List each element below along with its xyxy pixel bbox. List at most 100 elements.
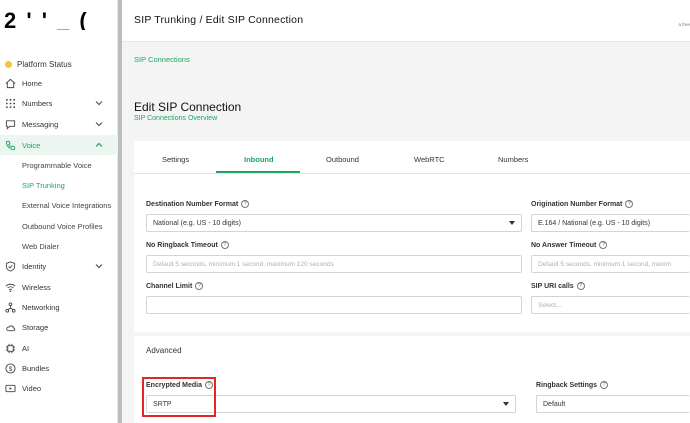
home-icon xyxy=(4,77,16,89)
sidebar-item-label: Home xyxy=(22,78,43,88)
sidebar-item-label: Messaging xyxy=(22,119,59,129)
sidebar-item-label: Identity xyxy=(22,261,47,271)
chevron-down-icon xyxy=(95,264,103,269)
answer-timeout-input[interactable]: Default 5 seconds, minimum 1 second, max… xyxy=(531,255,690,273)
platform-status[interactable]: Platform Status xyxy=(2,57,116,71)
caret-down-icon xyxy=(509,221,515,225)
breadcrumb: SIP Connections xyxy=(122,42,690,77)
sidebar-item-label: Voice xyxy=(22,140,41,150)
ringback-timeout-input[interactable]: Default 5 seconds, minimum 1 second, max… xyxy=(146,255,522,273)
section-divider xyxy=(134,332,690,336)
sip-uri-placeholder: Select... xyxy=(538,301,562,309)
sidebar-item-label: Numbers xyxy=(22,98,53,108)
sidebar-item-storage[interactable]: Storage xyxy=(0,317,118,337)
wifi-icon xyxy=(4,281,16,293)
sidebar-item-identity[interactable]: Identity xyxy=(0,256,118,276)
tab-outbound[interactable]: Outbound xyxy=(326,155,359,164)
sidebar-item-bundles[interactable]: $ Bundles xyxy=(0,358,118,378)
sidebar-subitem-sip-trunking[interactable]: SIP Trunking xyxy=(22,177,65,193)
sidebar-subitem-web-dialer[interactable]: Web Dialer xyxy=(22,238,59,254)
sidebar-item-label: Wireless xyxy=(22,282,51,292)
info-icon[interactable]: ? xyxy=(576,282,585,290)
sidebar-item-label: Video xyxy=(22,383,42,393)
tab-divider xyxy=(134,173,690,174)
dest-format-label: Destination Number Format? xyxy=(146,200,250,208)
highlight-box xyxy=(142,377,216,417)
sidebar-subitem-outbound-voice-profiles[interactable]: Outbound Voice Profiles xyxy=(22,218,102,234)
sidebar-item-label: Storage xyxy=(22,322,49,332)
topbar-right-text: a free xyxy=(678,22,690,27)
advanced-heading: Advanced xyxy=(146,346,182,355)
logo: 2 ' ' _ ( xyxy=(4,8,89,30)
sidebar-item-numbers[interactable]: Numbers xyxy=(0,93,118,113)
ringback-settings-label-text: Ringback Settings xyxy=(536,381,598,389)
sidebar-item-messaging[interactable]: Messaging xyxy=(0,114,118,134)
sidebar: 2 ' ' _ ( Platform Status Home Numbers M… xyxy=(0,0,118,423)
chevron-down-icon xyxy=(95,101,103,106)
answer-timeout-placeholder: Default 5 seconds, minimum 1 second, max… xyxy=(538,260,671,268)
chip-icon xyxy=(4,342,16,354)
sidebar-item-home[interactable]: Home xyxy=(0,73,118,93)
tab-settings[interactable]: Settings xyxy=(162,155,189,164)
answer-timeout-label-text: No Answer Timeout xyxy=(531,241,597,249)
sip-uri-select[interactable]: Select... xyxy=(531,296,690,314)
voice-icon xyxy=(4,139,16,151)
message-icon xyxy=(4,118,16,130)
main-area: SIP Trunking / Edit SIP Connection a fre… xyxy=(122,0,690,423)
status-dot-icon xyxy=(5,60,12,68)
info-icon[interactable]: ? xyxy=(599,241,608,249)
topbar: SIP Trunking / Edit SIP Connection a fre… xyxy=(122,0,690,42)
sidebar-item-voice[interactable]: Voice xyxy=(0,135,118,155)
answer-timeout-label: No Answer Timeout? xyxy=(531,241,608,249)
ringback-settings-label: Ringback Settings? xyxy=(536,381,609,389)
sidebar-item-label: Networking xyxy=(22,302,60,312)
dollar-icon: $ xyxy=(4,362,16,374)
sidebar-subitem-programmable-voice[interactable]: Programmable Voice xyxy=(22,157,92,173)
info-icon[interactable]: ? xyxy=(600,381,609,389)
sidebar-item-networking[interactable]: Networking xyxy=(0,297,118,317)
info-icon[interactable]: ? xyxy=(195,282,204,290)
channel-limit-input[interactable] xyxy=(146,296,522,314)
sidebar-item-label: AI xyxy=(22,343,30,353)
sip-uri-label: SIP URI calls? xyxy=(531,282,585,290)
sip-uri-label-text: SIP URI calls xyxy=(531,282,574,290)
page-title: SIP Trunking / Edit SIP Connection xyxy=(134,14,304,26)
ringback-timeout-placeholder: Default 5 seconds, minimum 1 second, max… xyxy=(153,260,334,268)
ringback-timeout-label-text: No Ringback Timeout xyxy=(146,241,218,249)
tab-numbers[interactable]: Numbers xyxy=(498,155,528,164)
tab-webrtc[interactable]: WebRTC xyxy=(414,155,445,164)
info-icon[interactable]: ? xyxy=(625,200,634,208)
breadcrumb-link-sip-connections[interactable]: SIP Connections xyxy=(134,55,190,64)
sidebar-item-wireless[interactable]: Wireless xyxy=(0,277,118,297)
ringback-timeout-label: No Ringback Timeout? xyxy=(146,241,229,249)
dialpad-icon xyxy=(4,97,16,109)
info-icon[interactable]: ? xyxy=(220,241,229,249)
caret-down-icon xyxy=(503,402,509,406)
ringback-settings-select[interactable]: Default xyxy=(536,395,690,413)
orig-format-label-text: Origination Number Format xyxy=(531,200,623,208)
overview-link[interactable]: SIP Connections Overview xyxy=(134,115,217,122)
content: Edit SIP Connection SIP Connections Over… xyxy=(122,77,690,423)
svg-text:$: $ xyxy=(8,365,12,372)
channel-limit-label-text: Channel Limit xyxy=(146,282,193,290)
orig-format-label: Origination Number Format? xyxy=(531,200,634,208)
network-icon xyxy=(4,301,16,313)
video-icon xyxy=(4,382,16,394)
sidebar-subitem-external-voice-integrations[interactable]: External Voice Integrations xyxy=(22,197,111,213)
dest-format-value: National (e.g. US - 10 digits) xyxy=(153,219,241,227)
dest-format-select[interactable]: National (e.g. US - 10 digits) xyxy=(146,214,522,232)
orig-format-select[interactable]: E.164 / National (e.g. US - 10 digits) xyxy=(531,214,690,232)
chevron-up-icon xyxy=(95,142,103,147)
dest-format-label-text: Destination Number Format xyxy=(146,200,239,208)
sidebar-item-ai[interactable]: AI xyxy=(0,338,118,358)
channel-limit-label: Channel Limit? xyxy=(146,282,204,290)
shield-icon xyxy=(4,260,16,272)
sidebar-item-label: Bundles xyxy=(22,363,50,373)
platform-status-label: Platform Status xyxy=(17,59,72,69)
tab-inbound[interactable]: Inbound xyxy=(244,155,274,164)
info-icon[interactable]: ? xyxy=(241,200,250,208)
storage-icon xyxy=(4,321,16,333)
sidebar-item-video[interactable]: Video xyxy=(0,378,118,398)
edit-title: Edit SIP Connection xyxy=(134,100,242,114)
orig-format-value: E.164 / National (e.g. US - 10 digits) xyxy=(538,219,651,227)
